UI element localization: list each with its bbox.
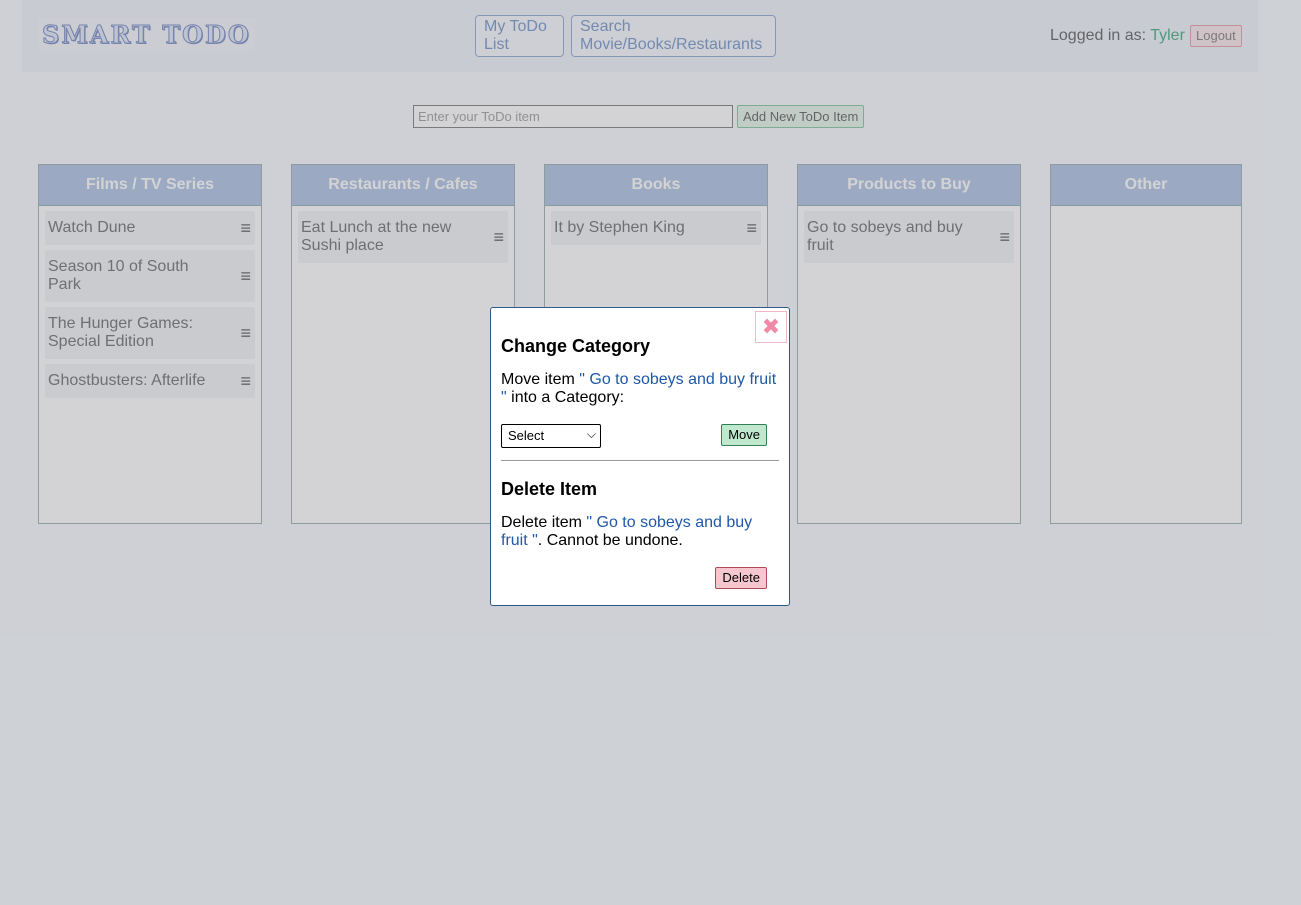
divider bbox=[501, 460, 779, 461]
delete-button[interactable]: Delete bbox=[715, 567, 767, 589]
category-select[interactable]: Select ⌵ bbox=[501, 424, 601, 448]
move-suffix: into a Category: bbox=[506, 389, 625, 406]
delete-suffix: . Cannot be undone. bbox=[537, 532, 683, 549]
delete-item-title: Delete Item bbox=[501, 479, 598, 499]
delete-description: Delete item " Go to sobeys and buy fruit… bbox=[501, 514, 779, 550]
move-prefix: Move item bbox=[501, 371, 580, 388]
close-x-icon[interactable]: ✖ bbox=[755, 311, 787, 343]
delete-prefix: Delete item bbox=[501, 514, 587, 531]
select-value: Select bbox=[508, 428, 545, 443]
move-description: Move item " Go to sobeys and buy fruit "… bbox=[501, 371, 779, 407]
change-category-title: Change Category bbox=[501, 336, 651, 356]
change-category-modal: ✖ Change Category Move item " Go to sobe… bbox=[490, 307, 790, 606]
chevron-down-icon: ⌵ bbox=[586, 427, 596, 441]
move-button[interactable]: Move bbox=[721, 424, 767, 446]
